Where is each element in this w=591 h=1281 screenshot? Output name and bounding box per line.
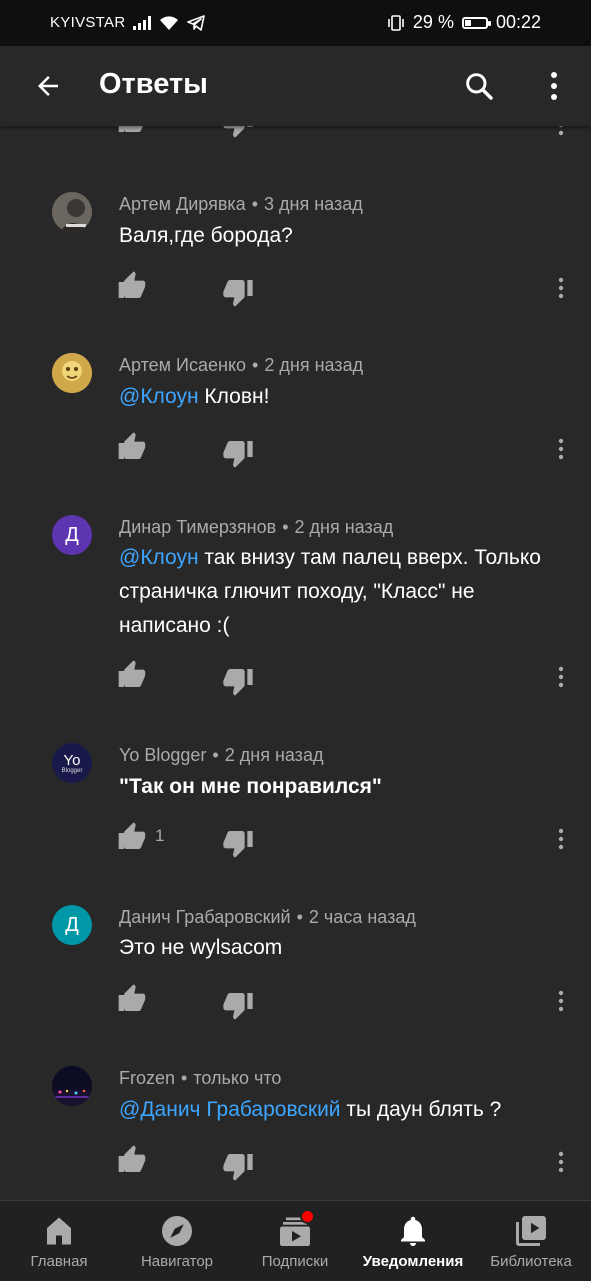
app-bar: Ответы — [0, 46, 591, 126]
comment-more-button[interactable] — [551, 823, 571, 855]
comment-author[interactable]: Данич Грабаровский — [119, 907, 291, 927]
avatar[interactable]: Yo Blogger — [52, 743, 92, 783]
comment-more-button[interactable] — [551, 433, 571, 465]
comment-time: 2 часа назад — [308, 907, 416, 927]
comment-time: 2 дня назад — [294, 517, 394, 537]
vibrate-icon — [388, 14, 404, 31]
signal-icon — [133, 15, 152, 30]
more-vert-icon — [558, 126, 564, 136]
mention-link[interactable]: @Данич Грабаровский — [119, 1098, 341, 1121]
comment-author[interactable]: Yo Blogger — [119, 745, 206, 765]
battery-icon — [461, 16, 491, 29]
comment-text: @Данич Грабаровский ты даун блять ? — [119, 1098, 502, 1121]
bell-icon — [401, 1216, 425, 1246]
avatar-cartoon-icon — [52, 353, 92, 393]
comment-time: только что — [193, 1068, 282, 1088]
more-vert-icon — [558, 666, 564, 688]
home-icon — [47, 1217, 71, 1245]
comment-actions: 1 — [0, 821, 591, 861]
like-icon[interactable] — [116, 983, 148, 1015]
clock: 00:22 — [495, 12, 541, 32]
dislike-icon[interactable] — [222, 126, 254, 139]
nav-subscriptions[interactable]: Подписки — [236, 1201, 354, 1281]
nav-notifications[interactable]: Уведомления — [354, 1201, 472, 1281]
comment-actions — [0, 983, 591, 1023]
comment-author[interactable]: Артем Дирявка — [119, 194, 246, 214]
back-button[interactable] — [28, 66, 68, 106]
comment-text: @Клоун так внизу там палец вверх. Только… — [119, 546, 541, 637]
avatar-letter: Д — [65, 523, 79, 546]
avatar[interactable] — [52, 1066, 92, 1106]
more-vert-icon — [558, 990, 564, 1012]
like-count: 1 — [155, 826, 165, 845]
like-count: 1 — [155, 126, 164, 127]
dislike-icon[interactable] — [222, 437, 254, 469]
avatar[interactable] — [52, 353, 92, 393]
search-button[interactable] — [459, 66, 499, 106]
nav-library[interactable]: Библиотека — [472, 1201, 590, 1281]
comment-author[interactable]: Frozen — [119, 1068, 175, 1088]
mention-link[interactable]: @Клоун — [119, 546, 199, 569]
status-bar: KYIVSTAR 29 % 00:22 — [0, 0, 591, 46]
comment-author[interactable]: Динар Тимерзянов — [119, 517, 276, 537]
comment-time: 3 дня назад — [264, 194, 363, 214]
dislike-icon[interactable] — [222, 276, 254, 308]
nav-home[interactable]: Главная — [0, 1201, 118, 1281]
partial-action-row: 1 — [0, 126, 591, 149]
comment-more-button[interactable] — [551, 126, 571, 141]
avatar-letter: Д — [65, 913, 79, 936]
more-vert-icon — [558, 438, 564, 460]
comment-text: Валя,где борода? — [119, 224, 293, 247]
comment-actions — [0, 1144, 591, 1184]
wifi-icon — [160, 15, 179, 30]
comment-actions — [0, 659, 591, 699]
dislike-icon[interactable] — [222, 665, 254, 697]
comment-author[interactable]: Артем Исаенко — [119, 355, 246, 375]
battery-percent: 29 % — [412, 12, 454, 32]
like-icon[interactable] — [116, 126, 148, 136]
comment-more-button[interactable] — [551, 661, 571, 693]
more-vert-icon — [558, 277, 564, 299]
avatar[interactable]: Д — [52, 515, 92, 555]
dislike-icon[interactable] — [222, 1150, 254, 1182]
like-icon[interactable] — [116, 659, 148, 691]
comment-actions — [0, 270, 591, 310]
nav-explore[interactable]: Навигатор — [118, 1201, 236, 1281]
avatar-photo-icon — [52, 192, 92, 232]
like-icon[interactable] — [116, 1144, 148, 1176]
dislike-icon[interactable] — [222, 827, 254, 859]
more-vert-icon — [558, 828, 564, 850]
library-icon — [516, 1216, 546, 1246]
more-vert-icon — [551, 72, 557, 100]
like-icon[interactable] — [116, 431, 148, 463]
like-icon[interactable] — [116, 270, 148, 302]
comment-text: "Так он мне понравился" — [119, 775, 382, 798]
bottom-navigation: Главная Навигатор Подписки Уведомления Б… — [0, 1200, 591, 1281]
telegram-icon — [187, 14, 206, 31]
comment-more-button[interactable] — [551, 1146, 571, 1178]
avatar[interactable]: Д — [52, 905, 92, 945]
compass-icon — [162, 1216, 192, 1246]
more-options-button[interactable] — [534, 66, 574, 106]
notification-badge — [300, 1209, 315, 1224]
more-vert-icon — [558, 1151, 564, 1173]
avatar[interactable] — [52, 192, 92, 232]
comment-time: 2 дня назад — [264, 355, 364, 375]
search-icon — [466, 73, 493, 100]
comment-text: Это не wylsacom — [119, 936, 283, 959]
comment-time: 2 дня назад — [224, 745, 324, 765]
like-icon[interactable] — [116, 821, 148, 853]
comment-more-button[interactable] — [551, 272, 571, 304]
page-title: Ответы — [99, 68, 208, 100]
carrier-name: KYIVSTAR — [50, 14, 126, 31]
dislike-icon[interactable] — [222, 989, 254, 1021]
mention-link[interactable]: @Клоун — [119, 385, 199, 408]
comment-text: @Клоун Кловн! — [119, 385, 270, 408]
comment-more-button[interactable] — [551, 985, 571, 1017]
avatar-night-city-icon — [52, 1066, 92, 1106]
arrow-back-icon — [38, 76, 58, 96]
comment-actions — [0, 431, 591, 471]
replies-feed[interactable]: 1 Артем Дирявка•3 дня назад Валя,где бор… — [0, 126, 591, 1200]
